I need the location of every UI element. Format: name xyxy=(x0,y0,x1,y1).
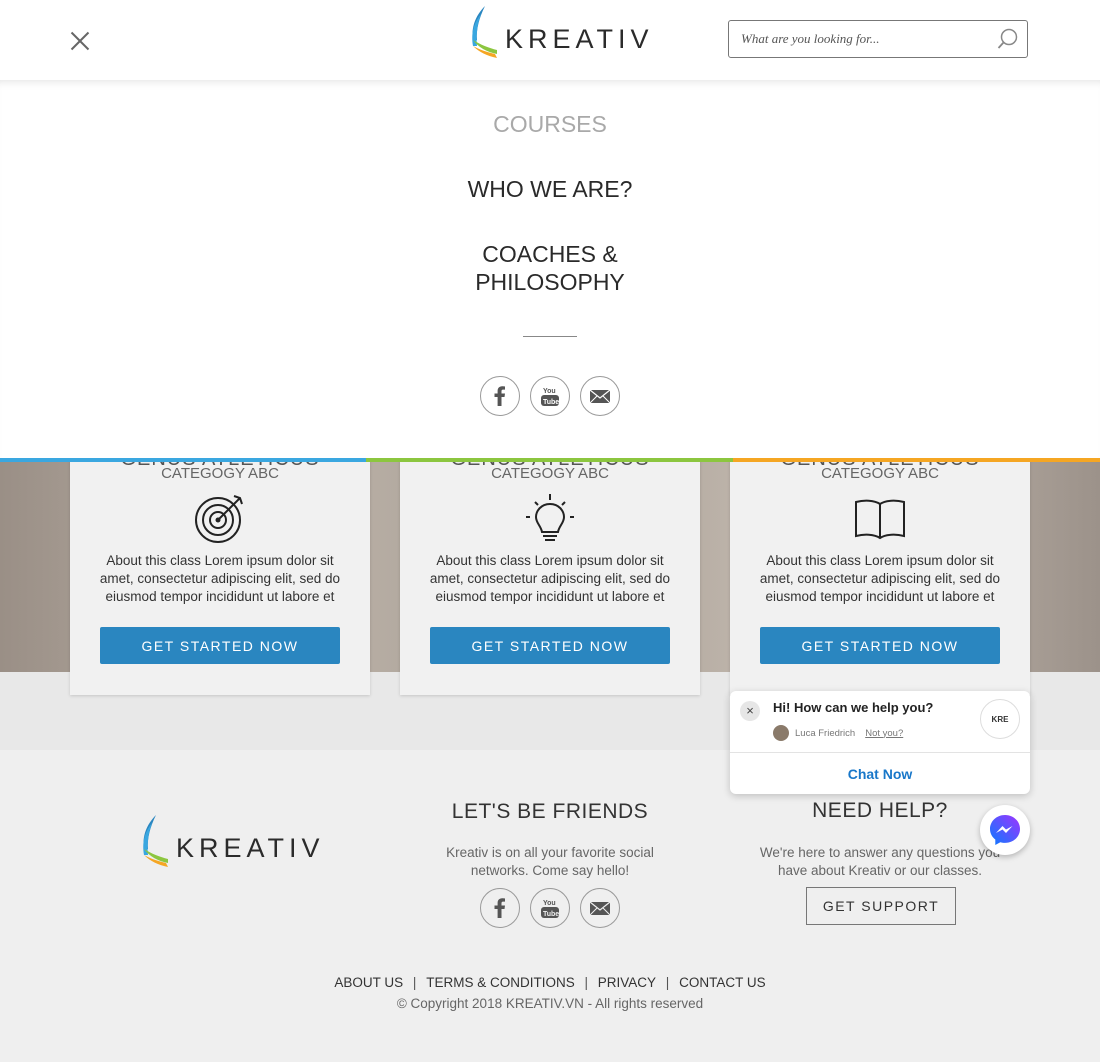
youtube-icon: You Tube xyxy=(541,388,559,406)
friends-text-2: networks. Come say hello! xyxy=(470,863,630,878)
menu-divider xyxy=(523,336,577,337)
menu-item-courses[interactable]: COURSES xyxy=(0,110,1100,138)
contact-us-link[interactable]: CONTACT US xyxy=(679,975,766,990)
target-icon xyxy=(195,495,243,543)
email-icon xyxy=(589,389,611,404)
not-you-link[interactable]: Not you? xyxy=(865,728,903,739)
wing-logo-icon xyxy=(472,6,497,58)
stripe-green xyxy=(366,458,733,462)
search-box xyxy=(728,20,1028,58)
search-input[interactable] xyxy=(729,21,979,57)
svg-text:Tube: Tube xyxy=(543,399,559,406)
close-menu-button[interactable] xyxy=(66,27,94,55)
book-icon xyxy=(855,499,905,540)
svg-text:You: You xyxy=(543,900,556,907)
facebook-icon xyxy=(494,386,505,406)
youtube-icon: You Tube xyxy=(541,900,559,918)
stripe-blue xyxy=(0,458,366,462)
chat-now-button[interactable]: Chat Now xyxy=(730,766,1030,782)
course-card: GENUS ATLETICUS CATEGOGY ABC About this … xyxy=(400,430,700,695)
chat-close-button[interactable]: × xyxy=(740,701,760,721)
chat-user-name: Luca Friedrich xyxy=(795,727,856,739)
youtube-button[interactable]: You Tube xyxy=(530,376,570,416)
about-us-link[interactable]: ABOUT US xyxy=(334,975,403,990)
copyright: © Copyright 2018 KREATIV.VN - All rights… xyxy=(396,996,704,1011)
get-started-button[interactable]: GET STARTED NOW xyxy=(760,627,1000,664)
menu-item-coaches-line2[interactable]: PHILOSOPHY xyxy=(0,268,1100,296)
privacy-link[interactable]: PRIVACY xyxy=(598,975,656,990)
link-separator: | xyxy=(665,975,670,990)
facebook-button[interactable] xyxy=(480,888,520,928)
svg-text:You: You xyxy=(543,388,556,395)
header-logo[interactable]: KREATIV xyxy=(467,4,654,58)
card-category: CATEGOGY ABC xyxy=(161,465,279,482)
course-card: GENUS ATLETICUS CATEGOGY ABC About this … xyxy=(730,430,1030,695)
avatar xyxy=(773,725,789,741)
messenger-button[interactable] xyxy=(980,805,1030,855)
chat-divider xyxy=(730,752,1030,753)
card-category: CATEGOGY ABC xyxy=(821,465,939,482)
get-started-button[interactable]: GET STARTED NOW xyxy=(100,627,340,664)
chat-user: Luca Friedrich Not you? xyxy=(773,725,903,741)
menu-item-coaches-line1[interactable]: COACHES & xyxy=(0,240,1100,268)
stripe-orange xyxy=(733,458,1100,462)
messenger-icon xyxy=(990,815,1020,845)
card-description: About this class Lorem ipsum dolor sit a… xyxy=(429,553,671,604)
link-separator: | xyxy=(584,975,588,990)
help-text-1: We're here to answer any questions you xyxy=(759,845,1001,860)
wing-logo-icon xyxy=(143,815,168,867)
friends-section: LET'S BE FRIENDS Kreativ is on all your … xyxy=(400,800,700,880)
chat-widget: × Hi! How can we help you? Luca Friedric… xyxy=(730,691,1030,794)
header: KREATIV xyxy=(0,0,1100,80)
youtube-button[interactable]: You Tube xyxy=(530,888,570,928)
search-icon[interactable] xyxy=(997,28,1019,50)
get-support-button[interactable]: GET SUPPORT xyxy=(806,887,956,925)
email-button[interactable] xyxy=(580,376,620,416)
footer-social-links: You Tube xyxy=(480,888,620,928)
help-text-2: have about Kreativ or our classes. xyxy=(777,863,983,878)
menu-social-links: You Tube xyxy=(480,376,620,416)
chat-greeting: Hi! How can we help you? xyxy=(773,700,934,715)
card-category: CATEGOGY ABC xyxy=(491,465,609,482)
link-separator: | xyxy=(412,975,417,990)
lightbulb-icon xyxy=(526,494,574,541)
menu-item-who-we-are[interactable]: WHO WE ARE? xyxy=(0,175,1100,203)
nav-menu-overlay: COURSES WHO WE ARE? COACHES & PHILOSOPHY… xyxy=(0,80,1100,458)
course-card: GENUS ATLETICUS CATEGOGY ABC About this … xyxy=(70,430,370,695)
facebook-icon xyxy=(494,898,505,918)
friends-text-1: Kreativ is on all your favorite social xyxy=(446,845,654,860)
card-description: About this class Lorem ipsum dolor sit a… xyxy=(99,553,341,604)
logo-wordmark: KREATIV xyxy=(505,24,654,54)
facebook-button[interactable] xyxy=(480,376,520,416)
email-button[interactable] xyxy=(580,888,620,928)
card-description: About this class Lorem ipsum dolor sit a… xyxy=(759,553,1001,604)
email-icon xyxy=(589,901,611,916)
chat-page-logo: KRE xyxy=(980,699,1020,739)
svg-text:Tube: Tube xyxy=(543,911,559,918)
get-started-button[interactable]: GET STARTED NOW xyxy=(430,627,670,664)
logo-wordmark: KREATIV xyxy=(176,833,325,863)
friends-title: LET'S BE FRIENDS xyxy=(451,800,649,823)
terms-link[interactable]: TERMS & CONDITIONS xyxy=(426,975,575,990)
footer-logo[interactable]: KREATIV xyxy=(138,813,325,867)
footer-links: ABOUT US | TERMS & CONDITIONS | PRIVACY … xyxy=(0,975,1100,990)
